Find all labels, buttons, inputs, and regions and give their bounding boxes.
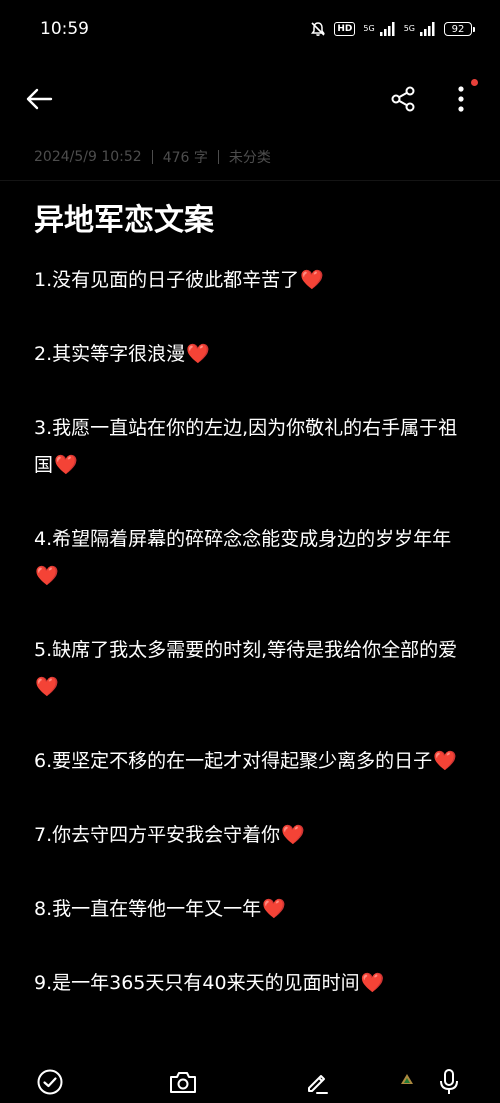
- network-label-2: 5G: [403, 24, 415, 33]
- heart-emoji: ❤️: [35, 565, 59, 587]
- more-button[interactable]: [446, 80, 476, 118]
- signal-icon-2: [420, 22, 435, 36]
- note-paragraph: 2.其实等字很浪漫❤️: [34, 336, 474, 373]
- pen-icon: [308, 1075, 328, 1094]
- watermark-logo-icon: [401, 1074, 413, 1084]
- notification-dot: [471, 79, 478, 86]
- paragraph-text: 9.是一年365天只有40来天的见面时间: [34, 972, 360, 994]
- heart-emoji: ❤️: [300, 269, 324, 291]
- note-paragraph: 6.要坚定不移的在一起才对得起聚少离多的日子❤️: [34, 743, 474, 780]
- share-button[interactable]: [386, 82, 420, 116]
- paragraph-text: 8.我一直在等他一年又一年: [34, 898, 262, 920]
- note-title[interactable]: 异地军恋文案: [34, 200, 474, 242]
- heart-emoji: ❤️: [54, 454, 78, 476]
- share-icon: [391, 86, 415, 112]
- signal-icon-1: [379, 22, 395, 36]
- status-icons: HD 5G 5G 92: [310, 21, 475, 37]
- mute-icon: [311, 22, 326, 36]
- note-paragraph: 9.是一年365天只有40来天的见面时间❤️: [34, 965, 474, 1002]
- heart-emoji: ❤️: [360, 972, 385, 994]
- pen-button[interactable]: [300, 1065, 334, 1099]
- status-bar: 10:59 HD 5G 5G 92: [0, 0, 500, 58]
- meta-divider: [0, 180, 500, 181]
- checklist-button[interactable]: [33, 1065, 67, 1099]
- check-circle-icon: [37, 1069, 63, 1095]
- heart-emoji: ❤️: [433, 750, 457, 772]
- battery-level: 92: [451, 23, 465, 35]
- note-paragraph: 3.我愿一直站在你的左边,因为你敬礼的右手属于祖国❤️: [34, 410, 474, 484]
- paragraph-text: 5.缺席了我太多需要的时刻,等待是我给你全部的爱: [34, 639, 458, 661]
- arrow-left-icon: [26, 88, 53, 110]
- watermark: [400, 1073, 414, 1085]
- network-label-1: 5G: [363, 24, 375, 33]
- note-category[interactable]: 未分类: [229, 147, 271, 167]
- note-toolbar: [0, 68, 500, 128]
- camera-button[interactable]: [166, 1065, 200, 1099]
- heart-emoji: ❤️: [281, 824, 305, 846]
- meta-separator: [151, 150, 153, 164]
- note-date: 2024/5/9 10:52: [34, 149, 142, 165]
- note-meta: 2024/5/9 10:52 476 字 未分类: [34, 146, 271, 168]
- paragraph-text: 7.你去守四方平安我会守着你: [34, 824, 281, 846]
- battery-icon: 92: [444, 22, 475, 36]
- hd-badge: HD: [334, 22, 356, 36]
- note-paragraph: 7.你去守四方平安我会守着你❤️: [34, 817, 474, 854]
- paragraph-text: 2.其实等字很浪漫: [34, 343, 186, 365]
- more-vertical-icon: [458, 86, 464, 112]
- heart-emoji: ❤️: [186, 343, 210, 365]
- camera-icon: [170, 1072, 196, 1093]
- voice-button[interactable]: [432, 1065, 466, 1099]
- paragraph-text: 4.希望隔着屏幕的碎碎念念能变成身边的岁岁年年: [34, 528, 452, 550]
- note-word-count: 476 字: [162, 150, 208, 166]
- paragraph-text: 3.我愿一直站在你的左边,因为你敬礼的右手属于祖国: [34, 417, 458, 476]
- note-paragraph: 1.没有见面的日子彼此都辛苦了❤️: [34, 262, 474, 299]
- paragraph-text: 6.要坚定不移的在一起才对得起聚少离多的日子: [34, 750, 433, 772]
- back-button[interactable]: [22, 82, 56, 116]
- heart-emoji: ❤️: [262, 898, 286, 920]
- note-body[interactable]: 1.没有见面的日子彼此都辛苦了❤️ 2.其实等字很浪漫❤️ 3.我愿一直站在你的左边…: [34, 262, 474, 1002]
- meta-separator: [217, 150, 219, 164]
- microphone-icon: [440, 1069, 458, 1094]
- note-paragraph: 5.缺席了我太多需要的时刻,等待是我给你全部的爱 ❤️: [34, 632, 474, 706]
- note-paragraph: 4.希望隔着屏幕的碎碎念念能变成身边的岁岁年年 ❤️: [34, 521, 474, 595]
- status-time: 10:59: [40, 19, 89, 39]
- paragraph-text: 1.没有见面的日子彼此都辛苦了: [34, 269, 300, 291]
- heart-emoji: ❤️: [35, 676, 59, 698]
- bottom-toolbar: [0, 1055, 500, 1103]
- note-paragraph: 8.我一直在等他一年又一年❤️: [34, 891, 474, 928]
